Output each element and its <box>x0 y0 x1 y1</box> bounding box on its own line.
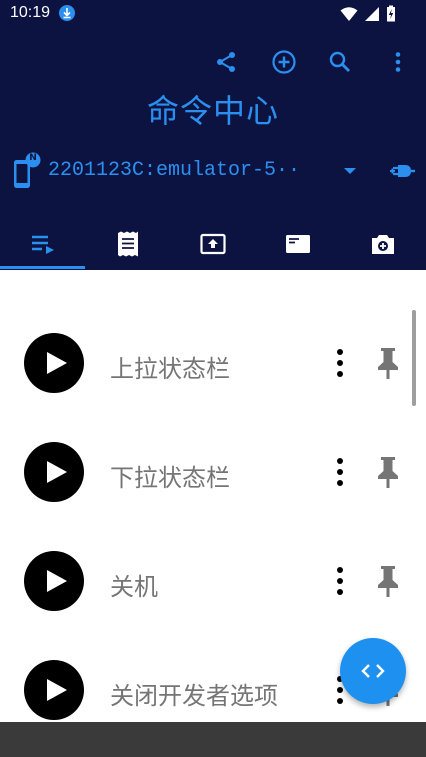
list-item[interactable]: 上拉状态栏 <box>0 311 426 411</box>
play-button[interactable] <box>24 333 84 393</box>
play-icon <box>47 570 67 592</box>
play-icon <box>47 352 67 374</box>
play-icon <box>47 461 67 483</box>
tab-bar <box>0 220 426 268</box>
wifi-icon <box>340 6 358 21</box>
battery-charging-icon <box>387 5 395 22</box>
command-label: 下拉状态栏 <box>110 464 230 492</box>
more-menu-button[interactable] <box>380 44 416 80</box>
pin-icon[interactable] <box>372 345 404 381</box>
command-label: 上拉状态栏 <box>110 355 230 383</box>
command-label: 关机 <box>110 573 158 601</box>
tab-commands[interactable] <box>0 220 85 268</box>
tab-cards[interactable] <box>255 220 340 268</box>
pin-icon[interactable] <box>372 454 404 490</box>
more-vert-icon[interactable] <box>328 347 352 379</box>
tab-screenshot[interactable] <box>340 220 425 268</box>
share-icon <box>217 52 235 72</box>
upload-box-icon <box>199 233 226 255</box>
playlist-icon <box>31 235 54 254</box>
search-icon <box>329 51 350 72</box>
add-circle-icon <box>272 50 296 74</box>
chevron-down-icon[interactable] <box>340 162 360 180</box>
page-title: 命令中心 <box>146 92 279 130</box>
device-name: 2201123C:emulator-5·· <box>48 159 301 182</box>
pin-icon[interactable] <box>372 563 404 599</box>
tab-logs[interactable] <box>85 220 170 268</box>
navigation-bar <box>0 722 426 757</box>
device-selector[interactable]: N 2201123C:emulator-5·· <box>0 148 426 192</box>
share-button[interactable] <box>208 44 244 80</box>
play-button[interactable] <box>24 551 84 611</box>
add-button[interactable] <box>266 44 302 80</box>
list-item[interactable]: 关机 <box>0 529 426 629</box>
command-label: 关闭开发者选项 <box>110 682 278 710</box>
device-badge: N <box>29 153 37 163</box>
code-icon <box>361 664 385 678</box>
status-time: 10:19 <box>10 4 51 21</box>
app-header: 10:19 命令中心 N 2201123C:emulator-5·· <box>0 0 426 270</box>
play-icon <box>47 679 67 701</box>
more-vert-icon[interactable] <box>328 456 352 488</box>
tab-indicator <box>0 266 85 269</box>
more-vert-icon[interactable] <box>328 565 352 597</box>
more-vert-icon <box>395 52 401 72</box>
receipt-icon <box>117 231 138 257</box>
code-fab-button[interactable] <box>340 638 406 704</box>
plug-icon[interactable] <box>388 158 416 184</box>
play-button[interactable] <box>24 442 84 502</box>
download-icon <box>59 5 75 21</box>
card-icon <box>285 235 310 253</box>
phone-icon <box>14 152 41 188</box>
status-bar: 10:19 <box>0 0 426 28</box>
status-icons <box>340 5 396 22</box>
tab-upload[interactable] <box>170 220 255 268</box>
play-button[interactable] <box>24 660 84 720</box>
list-item[interactable]: 下拉状态栏 <box>0 420 426 520</box>
signal-icon <box>365 6 379 21</box>
camera-add-icon <box>371 235 394 254</box>
search-button[interactable] <box>322 44 358 80</box>
